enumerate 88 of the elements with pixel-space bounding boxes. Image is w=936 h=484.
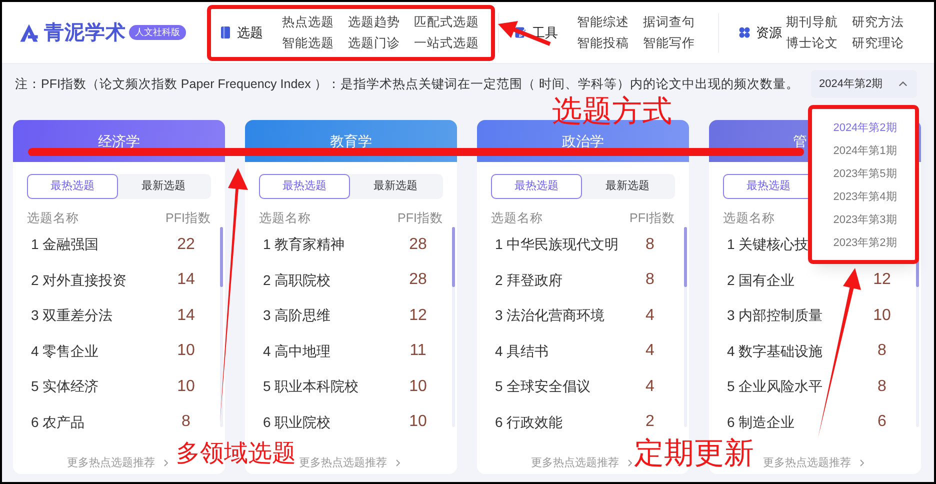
topic-name[interactable]: 4 数字基础设施 bbox=[727, 340, 823, 362]
topic-name[interactable]: 1 关键核心技 bbox=[727, 234, 809, 256]
nav-link[interactable]: 研究方法 bbox=[852, 13, 918, 31]
brand-name: 青泥学术 bbox=[44, 20, 126, 46]
topic-name[interactable]: 1 教育家精神 bbox=[263, 234, 345, 256]
topic-name[interactable]: 2 拜登政府 bbox=[495, 270, 563, 291]
pfi-value: 12 bbox=[872, 270, 892, 290]
nav-link[interactable]: 期刊导航 bbox=[786, 13, 852, 31]
topic-name[interactable]: 3 内部控制质量 bbox=[727, 305, 823, 326]
topic-name[interactable]: 6 制造企业 bbox=[727, 412, 795, 433]
pfi-value: 8 bbox=[876, 376, 888, 397]
pfi-value: 8 bbox=[644, 234, 656, 255]
tab[interactable]: 最热选题 bbox=[27, 174, 118, 199]
nav-menu-label[interactable]: 选题 bbox=[237, 22, 263, 42]
pfi-value: 28 bbox=[408, 270, 428, 290]
topic-name[interactable]: 3 双重差分法 bbox=[31, 305, 113, 326]
topic-name[interactable]: 4 高中地理 bbox=[263, 340, 331, 362]
column-header: 选题名称 bbox=[27, 210, 79, 227]
pfi-value: 14 bbox=[176, 270, 196, 290]
pfi-value: 8 bbox=[180, 412, 192, 432]
nav-link[interactable]: 智能投稿 bbox=[577, 34, 643, 52]
nav-link[interactable]: 热点选题 bbox=[282, 13, 348, 31]
topic-name[interactable]: 2 高职院校 bbox=[263, 270, 331, 291]
pfi-value: 10 bbox=[872, 306, 892, 326]
pfi-value: 10 bbox=[408, 376, 428, 397]
pfi-value: 4 bbox=[644, 376, 656, 397]
tab[interactable]: 最新选题 bbox=[118, 174, 209, 199]
nav-link[interactable]: 智能写作 bbox=[643, 34, 709, 52]
annotation-label: 多领域选题 bbox=[176, 439, 296, 469]
tab[interactable]: 最新选题 bbox=[350, 174, 441, 199]
topic-name[interactable]: 3 法治化营商环境 bbox=[495, 305, 605, 326]
pfi-value: 4 bbox=[644, 341, 656, 362]
period-option[interactable]: 2023年第5期 bbox=[833, 163, 897, 186]
nav-link[interactable]: 选题趋势 bbox=[348, 13, 414, 31]
pfi-value: 4 bbox=[644, 306, 656, 326]
period-option[interactable]: 2023年第3期 bbox=[833, 209, 897, 232]
topic-name[interactable]: 3 高阶思维 bbox=[263, 305, 331, 326]
pfi-value: 6 bbox=[876, 412, 888, 432]
nav-link[interactable]: 研究理论 bbox=[852, 34, 918, 52]
column-header: 选题名称 bbox=[723, 210, 775, 227]
nav-link[interactable]: 据词查句 bbox=[643, 13, 709, 31]
topic-name[interactable]: 6 行政效能 bbox=[495, 412, 563, 433]
pfi-value: 2 bbox=[644, 412, 656, 432]
period-option[interactable]: 2023年第4期 bbox=[833, 186, 897, 209]
topic-name[interactable]: 6 职业院校 bbox=[263, 412, 331, 433]
topic-name[interactable]: 2 国有企业 bbox=[727, 270, 795, 291]
period-option[interactable]: 2024年第2期 bbox=[833, 117, 897, 140]
nav-link[interactable]: 匹配式选题 bbox=[414, 13, 494, 31]
pfi-value: 8 bbox=[644, 270, 656, 290]
pfi-value: 22 bbox=[176, 234, 196, 255]
pfi-value: 28 bbox=[408, 234, 428, 255]
annotation-label: 定期更新 bbox=[634, 438, 754, 470]
pfi-value: 10 bbox=[176, 341, 196, 362]
column-header: 选题名称 bbox=[259, 210, 311, 227]
column-header: PFI指数 bbox=[166, 210, 211, 227]
column-header: 选题名称 bbox=[491, 210, 543, 227]
tab[interactable]: 最热选题 bbox=[491, 174, 582, 199]
nav-link[interactable]: 选题门诊 bbox=[348, 34, 414, 52]
nav-link[interactable]: 智能综述 bbox=[577, 13, 643, 31]
topic-name[interactable]: 5 全球安全倡议 bbox=[495, 376, 591, 398]
column-header: PFI指数 bbox=[398, 210, 443, 227]
topic-name[interactable]: 5 实体经济 bbox=[31, 376, 99, 398]
nav-link[interactable]: 一站式选题 bbox=[414, 34, 494, 52]
topic-name[interactable]: 5 企业风险水平 bbox=[727, 376, 823, 398]
pfi-value: 10 bbox=[176, 376, 196, 397]
nav-link[interactable]: 智能选题 bbox=[282, 34, 348, 52]
pfi-value: 14 bbox=[176, 306, 196, 326]
period-option[interactable]: 2024年第1期 bbox=[833, 140, 897, 163]
column-header: PFI指数 bbox=[630, 210, 675, 227]
topic-name[interactable]: 4 具结书 bbox=[495, 340, 549, 362]
topic-name[interactable]: 1 中华民族现代文明 bbox=[495, 234, 619, 256]
pfi-value: 10 bbox=[408, 412, 428, 432]
tab[interactable]: 最新选题 bbox=[582, 174, 673, 199]
topic-name[interactable]: 4 零售企业 bbox=[31, 340, 99, 362]
topic-name[interactable]: 2 对外直接投资 bbox=[31, 270, 127, 291]
topic-name[interactable]: 5 职业本科院校 bbox=[263, 376, 359, 398]
topic-name[interactable]: 6 农产品 bbox=[31, 412, 85, 433]
nav-link[interactable]: 博士论文 bbox=[786, 34, 852, 52]
pfi-value: 8 bbox=[876, 341, 888, 362]
topic-name[interactable]: 1 金融强国 bbox=[31, 234, 99, 256]
note-text: 注：PFI指数（论文频次指数 Paper Frequency Index ）：是指学术热点关键词在一定范围（ 时间、学科等）内的论文中出现的频次数量。 bbox=[15, 76, 799, 93]
period-dropdown[interactable]: 2024年第2期 bbox=[811, 70, 917, 98]
edition-badge: 人文社科版 bbox=[129, 24, 186, 40]
pfi-value: 11 bbox=[408, 341, 428, 362]
tab[interactable]: 最热选题 bbox=[259, 174, 350, 199]
nav-menu-label[interactable]: 资源 bbox=[756, 22, 782, 42]
period-option[interactable]: 2023年第2期 bbox=[833, 232, 897, 255]
pfi-value: 12 bbox=[408, 306, 428, 326]
